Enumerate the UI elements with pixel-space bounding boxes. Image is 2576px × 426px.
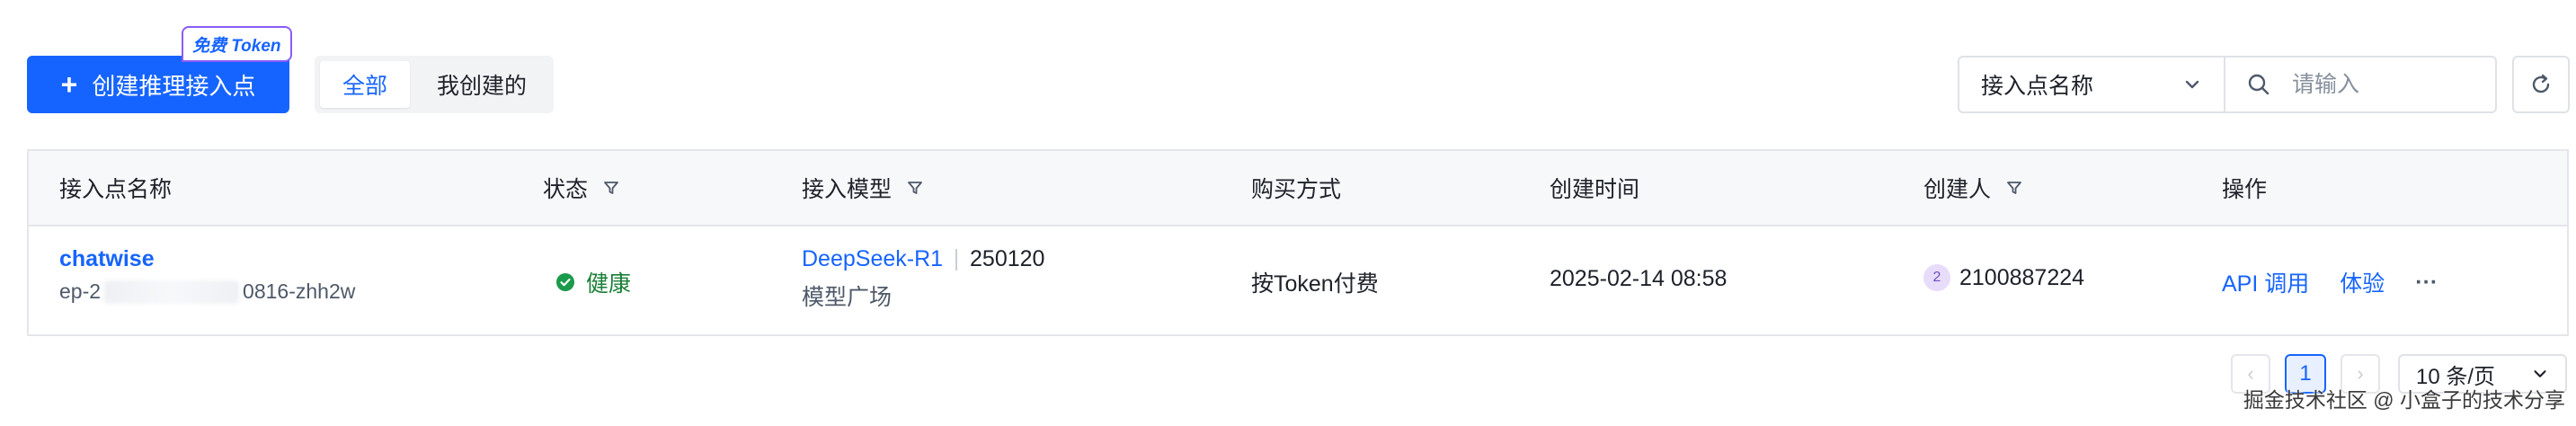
redacted-mask	[104, 280, 240, 304]
search-icon	[2248, 74, 2270, 95]
filter-icon[interactable]	[2005, 179, 2023, 197]
header-created-time: 创建时间	[1550, 151, 1639, 225]
header-created-time-label: 创建时间	[1550, 177, 1640, 202]
segment-mine[interactable]: 我创建的	[415, 61, 548, 108]
cell-purchase: 按Token付费	[1251, 271, 1379, 297]
plus-icon: +	[60, 68, 78, 101]
check-circle-icon	[556, 273, 574, 291]
cell-created-time: 2025-02-14 08:58	[1550, 266, 1728, 291]
header-actions-label: 操作	[2222, 177, 2268, 202]
watermark: 掘金技术社区 @ 小盒子的技术分享	[2243, 388, 2565, 412]
endpoints-table: 接入点名称 状态 接入模型 购买方式 创建时间 创建人 操作 chatwise …	[27, 149, 2569, 336]
header-model: 接入模型	[802, 151, 924, 225]
endpoint-name-link[interactable]: chatwise	[59, 246, 355, 272]
cell-name: chatwise ep-2 0816-zhh2w	[59, 246, 355, 304]
search-filter: 接入点名称	[1958, 56, 2497, 113]
divider	[955, 249, 958, 271]
header-creator: 创建人	[1923, 151, 2023, 225]
header-actions: 操作	[2222, 151, 2267, 225]
creator-id: 2100887224	[1959, 264, 2085, 290]
header-status-label: 状态	[543, 177, 589, 202]
header-status: 状态	[543, 151, 620, 225]
cell-creator: 2 2100887224	[1923, 264, 2084, 291]
cell-actions: API 调用 体验 ···	[2222, 266, 2438, 298]
header-purchase: 购买方式	[1251, 151, 1341, 225]
filter-icon[interactable]	[602, 179, 620, 197]
header-name-label: 接入点名称	[59, 177, 173, 202]
search-field	[2225, 58, 2495, 111]
filter-field-label: 接入点名称	[1981, 74, 2094, 99]
table-header: 接入点名称 状态 接入模型 购买方式 创建时间 创建人 操作	[29, 151, 2567, 226]
endpoint-id-prefix: ep-2	[59, 280, 102, 303]
model-source: 模型广场	[802, 285, 893, 310]
status-label: 健康	[586, 271, 632, 297]
header-model-label: 接入模型	[802, 177, 893, 202]
model-version: 250120	[970, 246, 1045, 271]
free-token-badge: 免费 Token	[182, 26, 292, 62]
cell-status: 健康	[555, 266, 631, 298]
ownership-segmented-control: 全部 我创建的	[315, 56, 554, 113]
model-name-link[interactable]: DeepSeek-R1	[802, 246, 943, 271]
filter-field-select[interactable]: 接入点名称	[1959, 58, 2225, 111]
endpoint-id-suffix: 0816-zhh2w	[243, 280, 356, 303]
chevron-down-icon	[2185, 80, 2199, 89]
more-actions-icon[interactable]: ···	[2415, 270, 2438, 296]
create-endpoint-button[interactable]: + 创建推理接入点	[27, 56, 289, 113]
refresh-button[interactable]	[2512, 56, 2570, 113]
table-row: chatwise ep-2 0816-zhh2w 健康 DeepSeek-R1 2…	[29, 226, 2567, 336]
cell-model: DeepSeek-R1 250120 模型广场	[802, 246, 1044, 312]
header-creator-label: 创建人	[1923, 177, 1992, 202]
segment-all[interactable]: 全部	[320, 61, 410, 108]
search-input[interactable]	[2290, 70, 2474, 99]
try-link[interactable]: 体验	[2340, 266, 2385, 298]
refresh-icon	[2532, 74, 2550, 93]
create-endpoint-label: 创建推理接入点	[92, 72, 256, 100]
endpoint-id: ep-2 0816-zhh2w	[59, 280, 355, 304]
api-call-link[interactable]: API 调用	[2222, 266, 2309, 298]
header-purchase-label: 购买方式	[1251, 177, 1342, 202]
avatar: 2	[1923, 264, 1950, 291]
header-name: 接入点名称	[59, 151, 172, 225]
filter-icon[interactable]	[906, 179, 924, 197]
chevron-down-icon	[2534, 370, 2546, 377]
